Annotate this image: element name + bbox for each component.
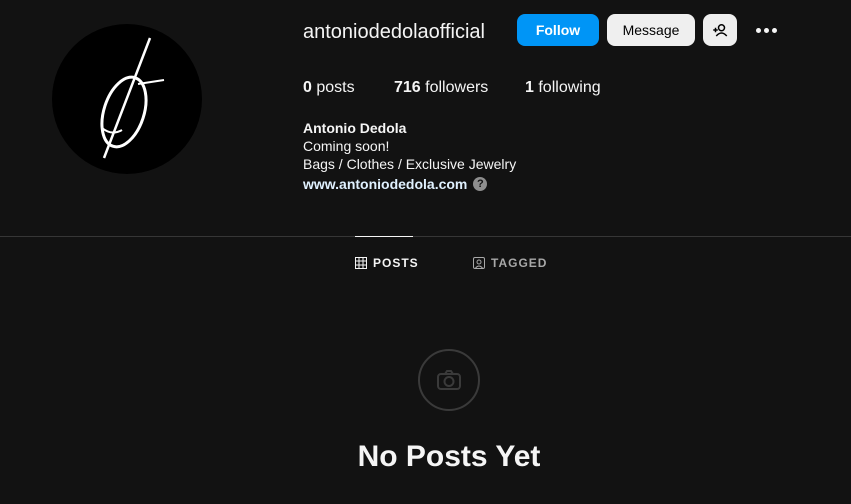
bio-name: Antonio Dedola <box>303 120 407 136</box>
follow-button[interactable]: Follow <box>517 14 599 46</box>
tab-tagged[interactable]: TAGGED <box>473 256 547 270</box>
bio-line: Bags / Clothes / Exclusive Jewelry <box>303 156 517 172</box>
empty-state-title: No Posts Yet <box>357 440 541 473</box>
brand-logo <box>100 37 165 159</box>
profile-username: antoniodedolaofficial <box>303 21 486 43</box>
active-tab-indicator <box>355 236 413 237</box>
bio-website-link[interactable]: www.antoniodedola.com <box>303 175 467 193</box>
tagged-icon <box>473 257 485 269</box>
camera-icon-circle <box>418 349 480 411</box>
profile-bio: Antonio Dedola Coming soon! Bags / Cloth… <box>303 119 516 193</box>
followers-link[interactable]: 716 followers <box>394 78 488 98</box>
help-icon[interactable]: ? <box>473 177 488 191</box>
add-user-icon <box>713 24 728 37</box>
profile-avatar[interactable] <box>52 24 202 174</box>
more-icon <box>755 27 761 33</box>
grid-icon <box>355 257 367 269</box>
tabs-divider <box>0 236 851 237</box>
camera-icon <box>437 370 461 390</box>
tab-posts[interactable]: POSTS <box>355 256 419 270</box>
suggested-accounts-button[interactable] <box>703 14 737 46</box>
posts-count: 0 posts <box>303 79 355 96</box>
more-options-button[interactable] <box>752 16 780 44</box>
following-link[interactable]: 1 following <box>525 78 601 98</box>
message-button[interactable]: Message <box>607 14 695 46</box>
bio-line: Coming soon! <box>303 138 390 154</box>
